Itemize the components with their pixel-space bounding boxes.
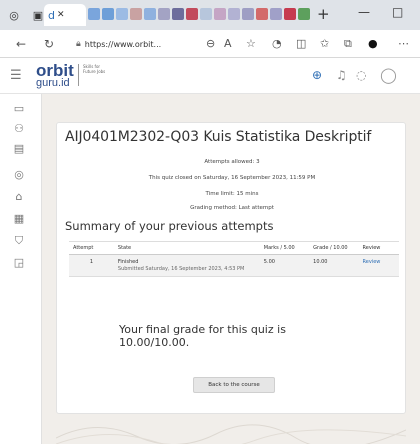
tab-favicon[interactable] [242, 8, 254, 20]
logo-tagline: Skills for Future Jobs [83, 64, 106, 74]
chat-icon[interactable]: ◌ [356, 68, 366, 82]
tab-favicon[interactable] [144, 8, 156, 20]
tab-favicon[interactable] [88, 8, 100, 20]
attempt-marks: 5.00 [259, 254, 310, 277]
footer-pattern [56, 424, 406, 444]
review-link-text[interactable]: Review [363, 259, 381, 265]
tab-favicon[interactable] [214, 8, 226, 20]
home-icon[interactable]: ⌂ [10, 188, 28, 206]
attempt-state: Finished Submitted Saturday, 16 Septembe… [113, 254, 260, 277]
logo-sub: guru.id [36, 77, 70, 89]
column-header: Grade / 10.00 [309, 241, 359, 255]
extension-icon[interactable]: ◔ [272, 37, 282, 50]
url-field[interactable]: 🔒︎ https://www.orbit... [76, 34, 196, 54]
tab-favicon[interactable] [102, 8, 114, 20]
target-icon[interactable]: ◎ [10, 166, 28, 184]
quiz-card: AIJ0401M2302-Q03 Kuis Statistika Deskrip… [56, 122, 406, 414]
tab-favicon[interactable] [158, 8, 170, 20]
tab-label: d [48, 8, 55, 22]
plus-icon[interactable]: + [317, 5, 330, 23]
column-header: Review [358, 241, 399, 255]
more-options-icon[interactable]: ⋯ [398, 37, 409, 50]
table-row: 1 Finished Submitted Saturday, 16 Septem… [69, 254, 399, 277]
globe-icon[interactable]: ⊕ [312, 68, 322, 82]
time-limit: Time limit: 15 mins [205, 191, 259, 197]
tab-favicon[interactable] [228, 8, 240, 20]
back-arrow-icon[interactable]: ← [10, 37, 32, 51]
tab-favicon[interactable] [130, 8, 142, 20]
tab-favicon[interactable] [200, 8, 212, 20]
review-link[interactable]: Review [358, 254, 399, 277]
zoom-icon[interactable]: ⊖ [206, 37, 215, 50]
favorites-icon[interactable]: ✩ [320, 37, 329, 50]
users-icon[interactable]: ⚇ [10, 120, 28, 138]
quiz-closed-info: This quiz closed on Saturday, 16 Septemb… [148, 175, 316, 181]
tab-favicon[interactable] [256, 8, 268, 20]
orbit-logo[interactable]: orbit guru.id Skills for Future Jobs [36, 62, 124, 89]
tab-favicons [88, 8, 310, 20]
favorite-star-icon[interactable]: ☆ [246, 37, 256, 50]
url-text: https://www.orbit... [84, 39, 162, 49]
tab-favicon[interactable] [298, 8, 310, 20]
logo-divider [78, 64, 79, 86]
avatar[interactable]: ◯ [380, 66, 397, 84]
side-nav-rail: ▭ ⚇ ▤ ◎ ⌂ ▦ ⛉ ◲ [0, 94, 42, 444]
column-header: Attempt [69, 241, 114, 255]
page-title: AIJ0401M2302-Q03 Kuis Statistika Deskrip… [65, 129, 372, 145]
menu-icon[interactable]: ☰ [10, 68, 22, 83]
badge-icon[interactable]: ⛉ [10, 232, 28, 250]
submitted-date: Submitted Saturday, 16 September 2023, 4… [117, 266, 245, 272]
tab-favicon[interactable] [172, 8, 184, 20]
maximize-icon[interactable]: □ [392, 5, 403, 19]
collections-icon[interactable]: ⧉ [344, 37, 352, 51]
split-screen-icon[interactable]: ◫ [296, 37, 306, 50]
browser-address-bar: ← ↻ 🔒︎ https://www.orbit... ⊖ A ☆ ◔ ◫ ✩ … [0, 30, 420, 58]
book-icon[interactable]: ▤ [10, 140, 28, 158]
back-to-course-button[interactable]: Back to the course [193, 377, 275, 393]
column-header: Marks / 5.00 [259, 241, 310, 255]
tab-favicon[interactable] [116, 8, 128, 20]
attempt-number: 1 [69, 254, 114, 277]
column-header: State [113, 241, 260, 255]
profile-icon[interactable]: ● [368, 37, 378, 50]
clipboard-icon[interactable]: ◲ [10, 254, 28, 272]
browser-tab-bar: ◎ ▣ d ✕ + — □ [0, 0, 420, 30]
site-header: ☰ orbit guru.id Skills for Future Jobs ⊕… [0, 58, 420, 94]
browser-profile-icon[interactable]: ◎ [4, 5, 24, 25]
tab-close-icon[interactable]: ✕ [57, 10, 65, 20]
final-grade: Your final grade for this quiz is 10.00/… [119, 323, 286, 349]
state-label: Finished [117, 259, 139, 265]
tab-favicon[interactable] [186, 8, 198, 20]
grading-method: Grading method: Last attempt [190, 205, 274, 211]
summary-title: Summary of your previous attempts [65, 219, 274, 233]
tab-favicon[interactable] [284, 8, 296, 20]
attempts-table: Attempt State Marks / 5.00 Grade / 10.00… [69, 241, 399, 277]
attempt-grade: 10.00 [309, 254, 359, 277]
read-aloud-icon[interactable]: A [224, 37, 232, 50]
calendar-icon[interactable]: ▦ [10, 210, 28, 228]
attempts-allowed: Attempts allowed: 3 [204, 159, 260, 165]
minimize-icon[interactable]: — [358, 5, 370, 19]
refresh-icon[interactable]: ↻ [38, 37, 60, 51]
folder-icon[interactable]: ▭ [10, 100, 28, 118]
tab-favicon[interactable] [270, 8, 282, 20]
lock-icon: 🔒︎ [76, 39, 81, 49]
browser-tab-active[interactable]: d ✕ [44, 4, 86, 26]
bell-icon[interactable]: ♫ [336, 68, 347, 82]
table-header-row: Attempt State Marks / 5.00 Grade / 10.00… [69, 241, 399, 255]
